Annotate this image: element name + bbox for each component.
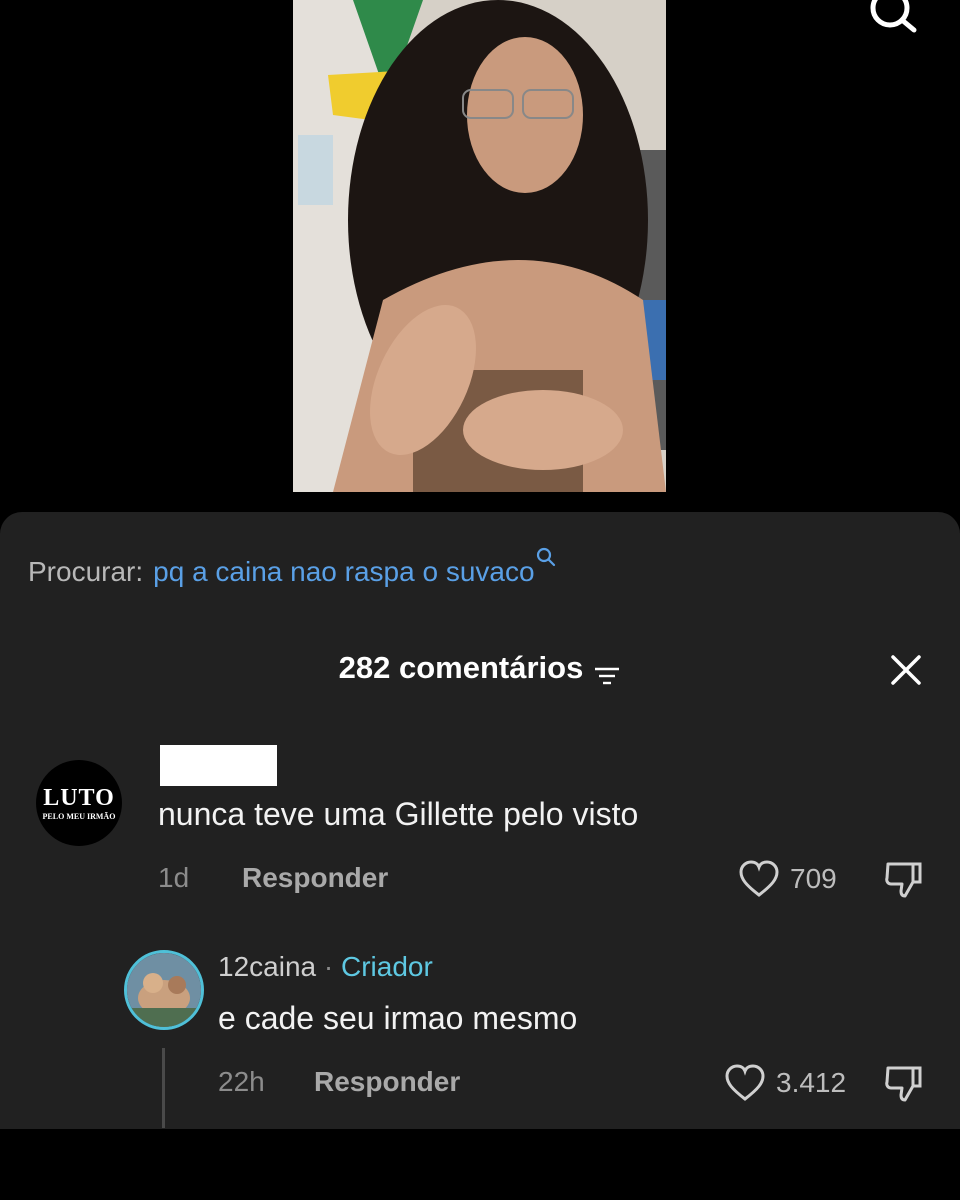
- reply-button[interactable]: Responder: [314, 1066, 460, 1098]
- username[interactable]: 12caina: [218, 951, 316, 982]
- reply-button[interactable]: Responder: [242, 862, 388, 894]
- dislike-icon[interactable]: [883, 858, 925, 905]
- thread-line: [162, 1048, 165, 1128]
- comments-count: 282 comentários: [338, 650, 584, 685]
- video-preview[interactable]: [293, 0, 666, 492]
- heart-icon[interactable]: [724, 1064, 766, 1107]
- avatar[interactable]: [124, 950, 204, 1030]
- avatar-subtext: PELO MEU IRMÃO: [42, 811, 116, 821]
- separator: ·: [323, 951, 334, 982]
- comment-text: e cade seu irmao mesmo: [218, 1000, 578, 1036]
- like-count: 709: [790, 863, 837, 894]
- search-suggestion-query[interactable]: pq a caina nao raspa o suvaco: [153, 556, 534, 588]
- video-frame-image: [293, 0, 666, 492]
- comment-author-line: 12caina · Criador: [218, 951, 433, 983]
- search-icon: [536, 542, 556, 567]
- heart-icon[interactable]: [738, 860, 780, 903]
- comment-time: 22h: [218, 1066, 265, 1097]
- creator-badge: Criador: [340, 951, 433, 982]
- search-suggestion[interactable]: Procurar: pq a caina nao raspa o suvaco: [28, 547, 556, 588]
- dislike-icon[interactable]: [883, 1062, 925, 1109]
- comments-header: 282 comentários: [0, 650, 960, 686]
- search-suggestion-label: Procurar:: [28, 556, 144, 587]
- avatar-text: LUTO: [43, 784, 115, 811]
- close-icon[interactable]: [890, 654, 922, 686]
- avatar[interactable]: LUTO PELO MEU IRMÃO: [36, 760, 122, 846]
- redacted-username: [160, 745, 277, 786]
- like-count: 3.412: [776, 1067, 847, 1098]
- search-icon[interactable]: [864, 0, 922, 36]
- comment-time: 1d: [158, 862, 190, 893]
- filter-icon[interactable]: [593, 659, 621, 685]
- comment-text: nunca teve uma Gillette pelo visto: [158, 796, 639, 832]
